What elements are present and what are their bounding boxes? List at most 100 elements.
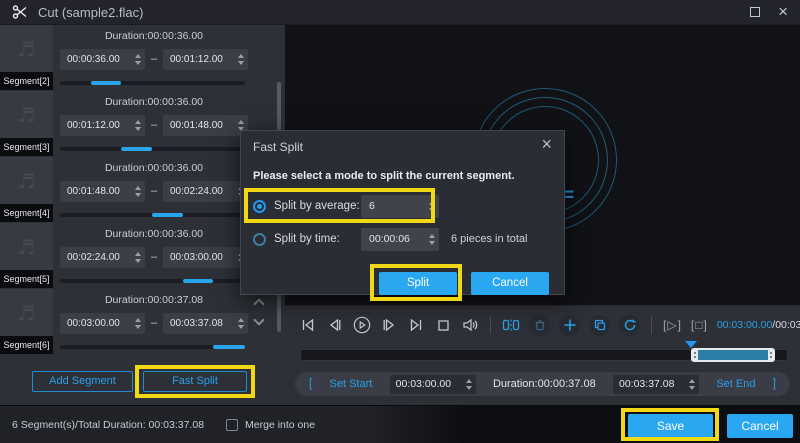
segment-thumbnail[interactable]: ♬ (0, 91, 53, 138)
start-time-spinbox[interactable]: 00:03:00.00 (60, 313, 145, 334)
segment-range-fill (91, 81, 122, 85)
spinner-arrows[interactable] (238, 120, 244, 131)
stop-icon[interactable] (434, 316, 452, 334)
segment-range-fill (183, 279, 214, 283)
segment-duration: Duration:00:00:37.08 (60, 294, 248, 306)
start-time-spinbox[interactable]: 00:01:48.00 (60, 181, 145, 202)
dialog-message: Please select a mode to split the curren… (253, 170, 515, 182)
end-time-spinbox[interactable]: 00:01:48.00 (163, 115, 248, 136)
end-time-spinbox[interactable]: 00:03:37.08 (163, 313, 248, 334)
preview-play-icon[interactable]: [▷] (663, 318, 682, 332)
step-back-icon[interactable] (326, 316, 344, 334)
step-forward-icon[interactable] (380, 316, 398, 334)
split-segment-icon[interactable] (502, 316, 520, 334)
spinner-arrows[interactable] (429, 201, 435, 212)
split-button[interactable]: Split (379, 272, 457, 295)
maximize-button[interactable] (750, 7, 760, 17)
window-title: Cut (sample2.flac) (38, 5, 143, 20)
segment-duration: Duration:00:00:36.00 (60, 30, 248, 42)
segment-thumbnail[interactable]: ♬ (0, 223, 53, 270)
segment-range-fill (213, 345, 245, 349)
spinner-arrows[interactable] (238, 318, 244, 329)
average-count-spinbox[interactable]: 6 (361, 195, 439, 218)
spinner-arrows[interactable] (135, 318, 141, 329)
list-scroll-arrows[interactable] (251, 300, 267, 334)
start-time-spinbox[interactable]: 00:01:12.00 (60, 115, 145, 136)
segment-item[interactable]: ♬ Segment[6] Duration:00:00:37.08 00:03:… (0, 289, 285, 355)
spinner-arrows[interactable] (135, 186, 141, 197)
merge-label: Merge into one (245, 419, 315, 431)
spinner-arrows[interactable] (466, 379, 472, 390)
segment-label: Segment[5] (0, 270, 53, 288)
segment-label: Segment[4] (0, 204, 53, 222)
split-by-average-radio[interactable] (253, 200, 266, 213)
footer-bar: 6 Segment(s)/Total Duration: 00:03:37.08… (0, 405, 800, 443)
add-segment-icon[interactable] (559, 315, 580, 336)
split-by-time-radio[interactable] (253, 233, 266, 246)
dialog-close-icon[interactable]: × (541, 134, 552, 155)
playback-timecode: 00:03:00.00/00:03:37.08 (717, 319, 800, 331)
spinner-arrows[interactable] (135, 252, 141, 263)
dialog-cancel-button[interactable]: Cancel (471, 272, 549, 295)
start-time-spinbox[interactable]: 00:00:36.00 (60, 49, 145, 70)
chevron-up-icon[interactable] (253, 298, 264, 309)
segment-range-slider[interactable] (60, 345, 245, 349)
segment-range-slider[interactable] (60, 213, 245, 217)
spinner-arrows[interactable] (135, 120, 141, 131)
chevron-down-icon[interactable] (253, 314, 264, 325)
segment-range-fill (121, 147, 152, 151)
trim-end-spinbox[interactable]: 00:03:37.08 (613, 375, 699, 394)
merge-into-one[interactable]: Merge into one (226, 419, 315, 431)
save-button[interactable]: Save (628, 414, 713, 438)
reset-icon[interactable] (619, 315, 640, 336)
close-button[interactable]: × (778, 7, 788, 17)
pieces-note: 6 pieces in total (451, 233, 527, 245)
fast-split-button[interactable]: Fast Split (143, 371, 247, 392)
bracket-close: ] (773, 378, 776, 390)
trim-start-spinbox[interactable]: 00:03:00.00 (390, 375, 476, 394)
merge-checkbox[interactable] (226, 419, 238, 431)
segment-range-slider[interactable] (60, 147, 245, 151)
segment-item[interactable]: ♬ Segment[2] Duration:00:00:36.00 00:00:… (0, 25, 285, 91)
trim-bar: [ Set Start 00:03:00.00 Duration:00:00:3… (295, 372, 790, 396)
spinner-arrows[interactable] (238, 54, 244, 65)
skip-to-start-icon[interactable] (299, 316, 317, 334)
split-by-time-row: Split by time: 00:00:06 6 pieces in tota… (253, 227, 552, 251)
current-time: 00:03:00.00 (717, 319, 772, 331)
set-end-button[interactable]: Set End (716, 378, 755, 390)
segment-duration: Duration:00:00:36.00 (60, 228, 248, 240)
playhead-marker[interactable] (685, 341, 697, 348)
volume-icon[interactable] (461, 316, 479, 334)
scissors-icon (12, 4, 28, 20)
add-segment-button[interactable]: Add Segment (32, 371, 133, 392)
time-value-spinbox[interactable]: 00:00:06 (361, 228, 439, 251)
playback-controls: [▷] [□] 00:03:00.00/00:03:37.08 (299, 313, 790, 337)
end-time-spinbox[interactable]: 00:01:12.00 (163, 49, 248, 70)
end-time-spinbox[interactable]: 00:02:24.00 (163, 181, 248, 202)
preview-stop-icon[interactable]: [□] (691, 318, 708, 332)
segment-thumbnail[interactable]: ♬ (0, 289, 53, 336)
timeline-track[interactable] (300, 349, 788, 361)
range-separator: – (151, 317, 157, 329)
start-time-spinbox[interactable]: 00:02:24.00 (60, 247, 145, 268)
split-by-average-label: Split by average: (274, 200, 360, 212)
segment-label: Segment[2] (0, 72, 53, 90)
delete-segment-icon[interactable] (529, 315, 550, 336)
set-start-button[interactable]: Set Start (330, 378, 373, 390)
skip-to-end-icon[interactable] (407, 316, 425, 334)
spinner-arrows[interactable] (429, 234, 435, 245)
selection-start-handle[interactable] (693, 350, 698, 360)
copy-segment-icon[interactable] (589, 315, 610, 336)
segment-thumbnail[interactable]: ♬ (0, 157, 53, 204)
play-icon[interactable] (353, 316, 371, 334)
spinner-arrows[interactable] (135, 54, 141, 65)
cancel-button[interactable]: Cancel (727, 414, 793, 438)
timeline-selection[interactable] (691, 348, 776, 362)
selection-end-handle[interactable] (768, 350, 773, 360)
spinner-arrows[interactable] (689, 379, 695, 390)
segment-range-slider[interactable] (60, 279, 245, 283)
music-note-icon: ♬ (18, 37, 36, 61)
end-time-spinbox[interactable]: 00:03:00.00 (163, 247, 248, 268)
segment-range-slider[interactable] (60, 81, 245, 85)
segment-thumbnail[interactable]: ♬ (0, 25, 53, 72)
